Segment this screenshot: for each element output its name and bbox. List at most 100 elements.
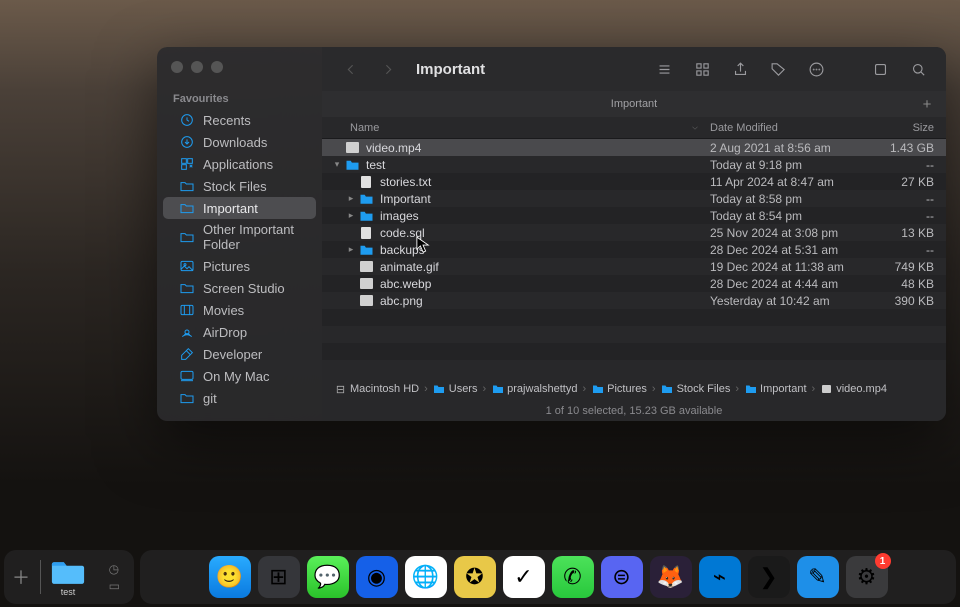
folder-icon bbox=[179, 280, 195, 296]
forward-button[interactable] bbox=[374, 55, 402, 83]
column-size[interactable]: Size bbox=[868, 122, 946, 134]
file-row[interactable]: ▸backups28 Dec 2024 at 5:31 am-- bbox=[322, 241, 946, 258]
file-size: -- bbox=[868, 243, 946, 257]
sidebar-item-label: Pictures bbox=[203, 259, 250, 274]
expose-icon[interactable]: ▭ bbox=[109, 579, 120, 593]
dock-app-firefox[interactable]: 🦊 bbox=[650, 556, 692, 598]
file-row[interactable]: animate.gif19 Dec 2024 at 11:38 am749 KB bbox=[322, 258, 946, 275]
file-name: images bbox=[380, 209, 710, 223]
sidebar-item-pictures[interactable]: Pictures bbox=[163, 255, 316, 277]
dock-app-launchpad[interactable]: ⊞ bbox=[258, 556, 300, 598]
file-icon bbox=[820, 383, 833, 396]
sidebar-item-label: Recents bbox=[203, 113, 251, 128]
file-size: -- bbox=[868, 209, 946, 223]
file-row[interactable]: video.mp42 Aug 2021 at 8:56 am1.43 GB bbox=[322, 139, 946, 156]
folder-icon bbox=[358, 192, 374, 206]
dock-app-app2[interactable]: ✪ bbox=[454, 556, 496, 598]
sidebar-item-label: Important bbox=[203, 201, 258, 216]
file-row[interactable]: stories.txt11 Apr 2024 at 8:47 am27 KB bbox=[322, 173, 946, 190]
path-segment[interactable]: Users bbox=[433, 383, 478, 396]
new-tab-button[interactable]: + bbox=[918, 95, 936, 113]
actions-button[interactable] bbox=[802, 55, 830, 83]
file-size: -- bbox=[868, 158, 946, 172]
back-button[interactable] bbox=[336, 55, 364, 83]
sidebar-item-developer[interactable]: Developer bbox=[163, 343, 316, 365]
sidebar-item-screen-studio[interactable]: Screen Studio bbox=[163, 277, 316, 299]
share-button[interactable] bbox=[726, 55, 754, 83]
sidebar-item-stock-files[interactable]: Stock Files bbox=[163, 175, 316, 197]
dock-app-whatsapp[interactable]: ✆ bbox=[552, 556, 594, 598]
sidebar-item-applications[interactable]: Applications bbox=[163, 153, 316, 175]
file-name: code.sql bbox=[380, 226, 710, 240]
dock-app-finder[interactable]: 🙂 bbox=[209, 556, 251, 598]
dock-add-button[interactable]: ＋ bbox=[12, 564, 30, 590]
dock-app-xcode[interactable]: ✎ bbox=[797, 556, 839, 598]
media-icon bbox=[358, 277, 374, 291]
disclosure-triangle[interactable]: ▸ bbox=[344, 193, 358, 204]
path-segment[interactable]: Pictures bbox=[591, 383, 647, 396]
dock-apps: 🙂⊞💬◉🌐✪✓✆⊜🦊⌁❯✎⚙1 bbox=[140, 550, 956, 604]
dock-app-notes[interactable]: ✓ bbox=[503, 556, 545, 598]
path-segment[interactable]: prajwalshettyd bbox=[491, 383, 577, 396]
sidebar-item-git[interactable]: git bbox=[163, 387, 316, 409]
view-list-button[interactable] bbox=[650, 55, 678, 83]
sidebar-item-other-important-folder[interactable]: Other Important Folder bbox=[163, 219, 316, 255]
dock-app-chrome[interactable]: 🌐 bbox=[405, 556, 447, 598]
file-row[interactable]: code.sql25 Nov 2024 at 3:08 pm13 KB bbox=[322, 224, 946, 241]
file-row[interactable]: abc.webp28 Dec 2024 at 4:44 am48 KB bbox=[322, 275, 946, 292]
column-headers[interactable]: Name Date Modified Size bbox=[322, 117, 946, 139]
path-segment[interactable]: Important bbox=[744, 383, 806, 396]
sidebar-item-movies[interactable]: Movies bbox=[163, 299, 316, 321]
dock-app-vscode[interactable]: ⌁ bbox=[699, 556, 741, 598]
dock-app-settings[interactable]: ⚙1 bbox=[846, 556, 888, 598]
disclosure-triangle[interactable]: ▸ bbox=[344, 244, 358, 255]
tags-button[interactable] bbox=[764, 55, 792, 83]
disclosure-triangle[interactable]: ▾ bbox=[330, 159, 344, 170]
sidebar-item-on-my-mac[interactable]: On My Mac bbox=[163, 365, 316, 387]
group-button[interactable] bbox=[688, 55, 716, 83]
file-row[interactable]: abc.pngYesterday at 10:42 am390 KB bbox=[322, 292, 946, 309]
disk-icon: ⊟ bbox=[334, 383, 347, 396]
file-row[interactable]: ▾testToday at 9:18 pm-- bbox=[322, 156, 946, 173]
search-button[interactable] bbox=[904, 55, 932, 83]
file-name: abc.webp bbox=[380, 277, 710, 291]
mac-icon bbox=[179, 368, 195, 384]
sidebar-item-label: Other Important Folder bbox=[203, 222, 306, 252]
path-segment[interactable]: Stock Files bbox=[661, 383, 731, 396]
close-button[interactable] bbox=[171, 61, 183, 73]
folder-icon bbox=[179, 200, 195, 216]
folder-icon bbox=[344, 158, 360, 172]
dock-app-discord[interactable]: ⊜ bbox=[601, 556, 643, 598]
path-segment[interactable]: ⊟Macintosh HD bbox=[334, 383, 419, 396]
dock-app-app[interactable]: ◉ bbox=[356, 556, 398, 598]
column-date[interactable]: Date Modified bbox=[710, 122, 868, 134]
recent-apps-icon[interactable]: ◷ bbox=[109, 562, 120, 576]
tab-current[interactable]: Important bbox=[322, 98, 946, 110]
sidebar-item-important[interactable]: Important bbox=[163, 197, 316, 219]
preview-button[interactable] bbox=[866, 55, 894, 83]
dock-app-messages[interactable]: 💬 bbox=[307, 556, 349, 598]
file-row[interactable]: ▸ImportantToday at 8:58 pm-- bbox=[322, 190, 946, 207]
dock-stack-test[interactable]: test bbox=[51, 558, 85, 597]
sidebar-item-downloads[interactable]: Downloads bbox=[163, 131, 316, 153]
path-separator: › bbox=[582, 383, 586, 395]
path-separator: › bbox=[482, 383, 486, 395]
sidebar-item-recents[interactable]: Recents bbox=[163, 109, 316, 131]
folder-icon bbox=[358, 209, 374, 223]
file-date: 11 Apr 2024 at 8:47 am bbox=[710, 175, 868, 189]
column-name[interactable]: Name bbox=[350, 122, 379, 134]
dock-app-terminal[interactable]: ❯ bbox=[748, 556, 790, 598]
file-date: Yesterday at 10:42 am bbox=[710, 294, 868, 308]
sidebar-item-label: Movies bbox=[203, 303, 244, 318]
zoom-button[interactable] bbox=[211, 61, 223, 73]
file-row[interactable]: ▸imagesToday at 8:54 pm-- bbox=[322, 207, 946, 224]
apps-icon bbox=[179, 156, 195, 172]
folder-icon bbox=[433, 383, 446, 396]
path-segment[interactable]: video.mp4 bbox=[820, 383, 887, 396]
folder-icon bbox=[51, 558, 85, 586]
media-icon bbox=[344, 141, 360, 155]
dock-controls: ◷ ▭ bbox=[109, 562, 126, 593]
minimize-button[interactable] bbox=[191, 61, 203, 73]
disclosure-triangle[interactable]: ▸ bbox=[344, 210, 358, 221]
sidebar-item-airdrop[interactable]: AirDrop bbox=[163, 321, 316, 343]
